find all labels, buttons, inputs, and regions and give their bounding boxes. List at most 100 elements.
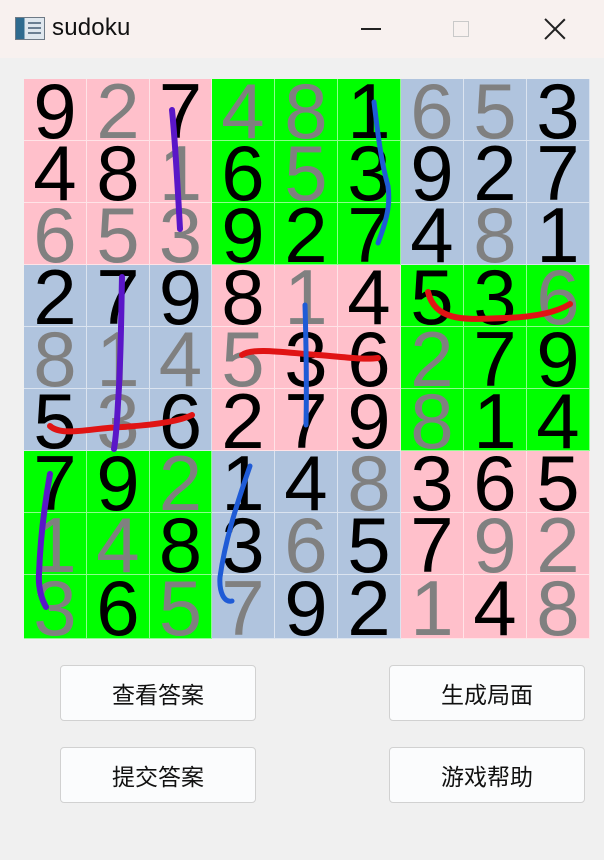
cell-digit: 8	[536, 575, 580, 639]
sudoku-cell[interactable]: 8	[464, 203, 527, 265]
sudoku-cell[interactable]: 3	[338, 141, 401, 203]
sudoku-cell[interactable]: 9	[527, 327, 590, 389]
sudoku-cell[interactable]: 8	[527, 575, 590, 639]
minimize-button[interactable]	[326, 0, 416, 58]
cell-digit: 7	[536, 141, 580, 203]
sudoku-cell[interactable]: 2	[150, 451, 212, 513]
sudoku-cell[interactable]: 6	[212, 141, 275, 203]
sudoku-cell[interactable]: 3	[24, 575, 87, 639]
sudoku-cell[interactable]: 6	[24, 203, 87, 265]
sudoku-cell[interactable]: 9	[24, 79, 87, 141]
sudoku-cell[interactable]: 6	[150, 389, 212, 451]
sudoku-cell[interactable]: 1	[464, 389, 527, 451]
sudoku-cell[interactable]: 1	[150, 141, 212, 203]
sudoku-cell[interactable]: 4	[338, 265, 401, 327]
sudoku-cell[interactable]: 9	[150, 265, 212, 327]
sudoku-cell[interactable]: 9	[87, 451, 150, 513]
sudoku-cell[interactable]: 8	[275, 79, 338, 141]
window-title: sudoku	[52, 14, 131, 41]
sudoku-cell[interactable]: 2	[401, 327, 464, 389]
sudoku-cell[interactable]: 8	[338, 451, 401, 513]
sudoku-cell[interactable]: 7	[275, 389, 338, 451]
close-icon	[544, 18, 566, 40]
sudoku-cell[interactable]: 6	[275, 513, 338, 575]
sudoku-cell[interactable]: 2	[464, 141, 527, 203]
sudoku-cell[interactable]: 7	[150, 79, 212, 141]
sudoku-cell[interactable]: 3	[87, 389, 150, 451]
sudoku-cell[interactable]: 4	[464, 575, 527, 639]
sudoku-cell[interactable]: 4	[87, 513, 150, 575]
sudoku-cell[interactable]: 9	[212, 203, 275, 265]
sudoku-cell[interactable]: 1	[401, 575, 464, 639]
sudoku-cell[interactable]: 7	[464, 327, 527, 389]
sudoku-cell[interactable]: 3	[464, 265, 527, 327]
cell-digit: 9	[473, 513, 517, 575]
sudoku-cell[interactable]: 5	[464, 79, 527, 141]
sudoku-cell[interactable]: 1	[24, 513, 87, 575]
sudoku-cell[interactable]: 1	[275, 265, 338, 327]
sudoku-cell[interactable]: 1	[212, 451, 275, 513]
sudoku-cell[interactable]: 8	[150, 513, 212, 575]
sudoku-cell[interactable]: 6	[527, 265, 590, 327]
sudoku-cell[interactable]: 3	[401, 451, 464, 513]
sudoku-cell[interactable]: 4	[527, 389, 590, 451]
sudoku-cell[interactable]: 9	[401, 141, 464, 203]
sudoku-cell[interactable]: 5	[150, 575, 212, 639]
sudoku-cell[interactable]: 7	[212, 575, 275, 639]
sudoku-cell[interactable]: 2	[24, 265, 87, 327]
sudoku-cell[interactable]: 6	[338, 327, 401, 389]
sudoku-cell[interactable]: 7	[527, 141, 590, 203]
sudoku-cell[interactable]: 5	[275, 141, 338, 203]
sudoku-cell[interactable]: 4	[275, 451, 338, 513]
sudoku-cell[interactable]: 2	[527, 513, 590, 575]
sudoku-cell[interactable]: 3	[275, 327, 338, 389]
sudoku-cell[interactable]: 3	[150, 203, 212, 265]
sudoku-cell[interactable]: 7	[401, 513, 464, 575]
maximize-button[interactable]	[416, 0, 506, 58]
generate-board-button[interactable]: 生成局面	[389, 665, 585, 721]
sudoku-cell[interactable]: 1	[338, 79, 401, 141]
sudoku-cell[interactable]: 9	[338, 389, 401, 451]
sudoku-cell[interactable]: 7	[87, 265, 150, 327]
title-bar[interactable]: sudoku	[0, 0, 604, 58]
sudoku-cell[interactable]: 2	[212, 389, 275, 451]
sudoku-cell[interactable]: 5	[527, 451, 590, 513]
sudoku-cell[interactable]: 8	[24, 327, 87, 389]
sudoku-cell[interactable]: 2	[275, 203, 338, 265]
cell-digit: 1	[473, 389, 517, 451]
sudoku-cell[interactable]: 4	[212, 79, 275, 141]
sudoku-cell[interactable]: 8	[87, 141, 150, 203]
sudoku-cell[interactable]: 1	[87, 327, 150, 389]
sudoku-cell[interactable]: 8	[212, 265, 275, 327]
sudoku-cell[interactable]: 7	[24, 451, 87, 513]
sudoku-cell[interactable]: 4	[24, 141, 87, 203]
sudoku-cell[interactable]: 6	[401, 79, 464, 141]
cell-digit: 9	[284, 575, 328, 639]
sudoku-cell[interactable]: 3	[212, 513, 275, 575]
cell-digit: 1	[284, 265, 328, 327]
sudoku-cell[interactable]: 9	[275, 575, 338, 639]
sudoku-cell[interactable]: 4	[401, 203, 464, 265]
cell-digit: 9	[410, 141, 454, 203]
submit-answer-button[interactable]: 提交答案	[60, 747, 256, 803]
sudoku-cell[interactable]: 5	[87, 203, 150, 265]
game-help-button[interactable]: 游戏帮助	[389, 747, 585, 803]
close-button[interactable]	[510, 0, 600, 58]
sudoku-cell[interactable]: 9	[464, 513, 527, 575]
sudoku-cell[interactable]: 5	[338, 513, 401, 575]
sudoku-cell[interactable]: 6	[87, 575, 150, 639]
view-answer-button[interactable]: 查看答案	[60, 665, 256, 721]
sudoku-cell[interactable]: 2	[338, 575, 401, 639]
sudoku-cell[interactable]: 6	[464, 451, 527, 513]
sudoku-cell[interactable]: 8	[401, 389, 464, 451]
sudoku-cell[interactable]: 4	[150, 327, 212, 389]
sudoku-cell[interactable]: 5	[401, 265, 464, 327]
sudoku-cell[interactable]: 2	[87, 79, 150, 141]
sudoku-cell[interactable]: 5	[212, 327, 275, 389]
sudoku-cell[interactable]: 1	[527, 203, 590, 265]
sudoku-cell[interactable]: 7	[338, 203, 401, 265]
sudoku-cell[interactable]: 5	[24, 389, 87, 451]
sudoku-cell[interactable]: 3	[527, 79, 590, 141]
cell-digit: 7	[473, 327, 517, 389]
cell-digit: 2	[284, 203, 328, 265]
